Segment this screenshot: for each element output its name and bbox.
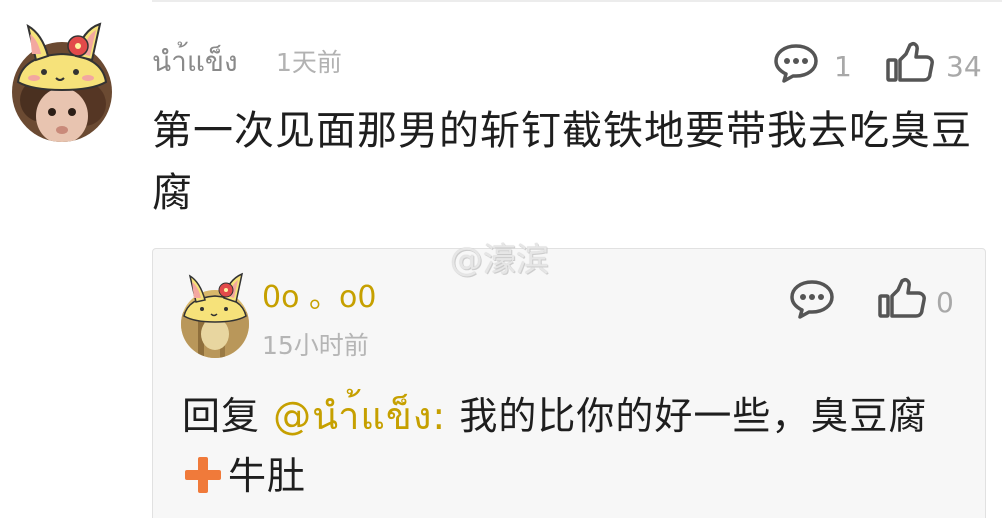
timestamp: 1天前 [276,48,342,77]
like-button[interactable] [876,276,930,320]
reply-count: 1 [834,50,852,83]
username[interactable]: นำ้แข็ง [152,44,238,80]
plus-emoji-icon [182,455,224,495]
reply-text-after: 牛肚 [228,454,307,498]
comment-thread: นำ้แข็ง 1天前 1 34 第一次见面那男的斩钉截铁地要带我去吃臭豆腐 @… [0,0,1002,518]
reply-button[interactable] [788,278,836,320]
reply-prefix: 回复 [182,394,274,438]
comment-icon [790,280,834,319]
reply-timestamp: 15小时前 [262,331,369,360]
avatar[interactable] [180,272,250,358]
thumbs-up-icon [878,278,926,318]
reply-username[interactable]: 0o 。o0 [262,280,376,316]
comment-text: 第一次见面那男的斩钉截铁地要带我去吃臭豆腐 [152,108,972,216]
like-button[interactable] [884,40,938,84]
reply-text-before: 我的比你的好一些，臭豆腐 [446,394,928,438]
like-count: 0 [936,286,954,319]
like-count: 34 [946,50,982,83]
watermark: @濠滨 [450,240,549,279]
avatar[interactable] [12,20,112,142]
reply-text: 回复 @นำ้แข็ง: 我的比你的好一些，臭豆腐牛肚 [182,386,972,506]
reply-button[interactable] [772,42,820,84]
mention-link[interactable]: @นำ้แข็ง: [273,394,446,438]
thumbs-up-icon [886,42,934,82]
comment-icon [774,44,818,83]
divider [152,0,1002,2]
